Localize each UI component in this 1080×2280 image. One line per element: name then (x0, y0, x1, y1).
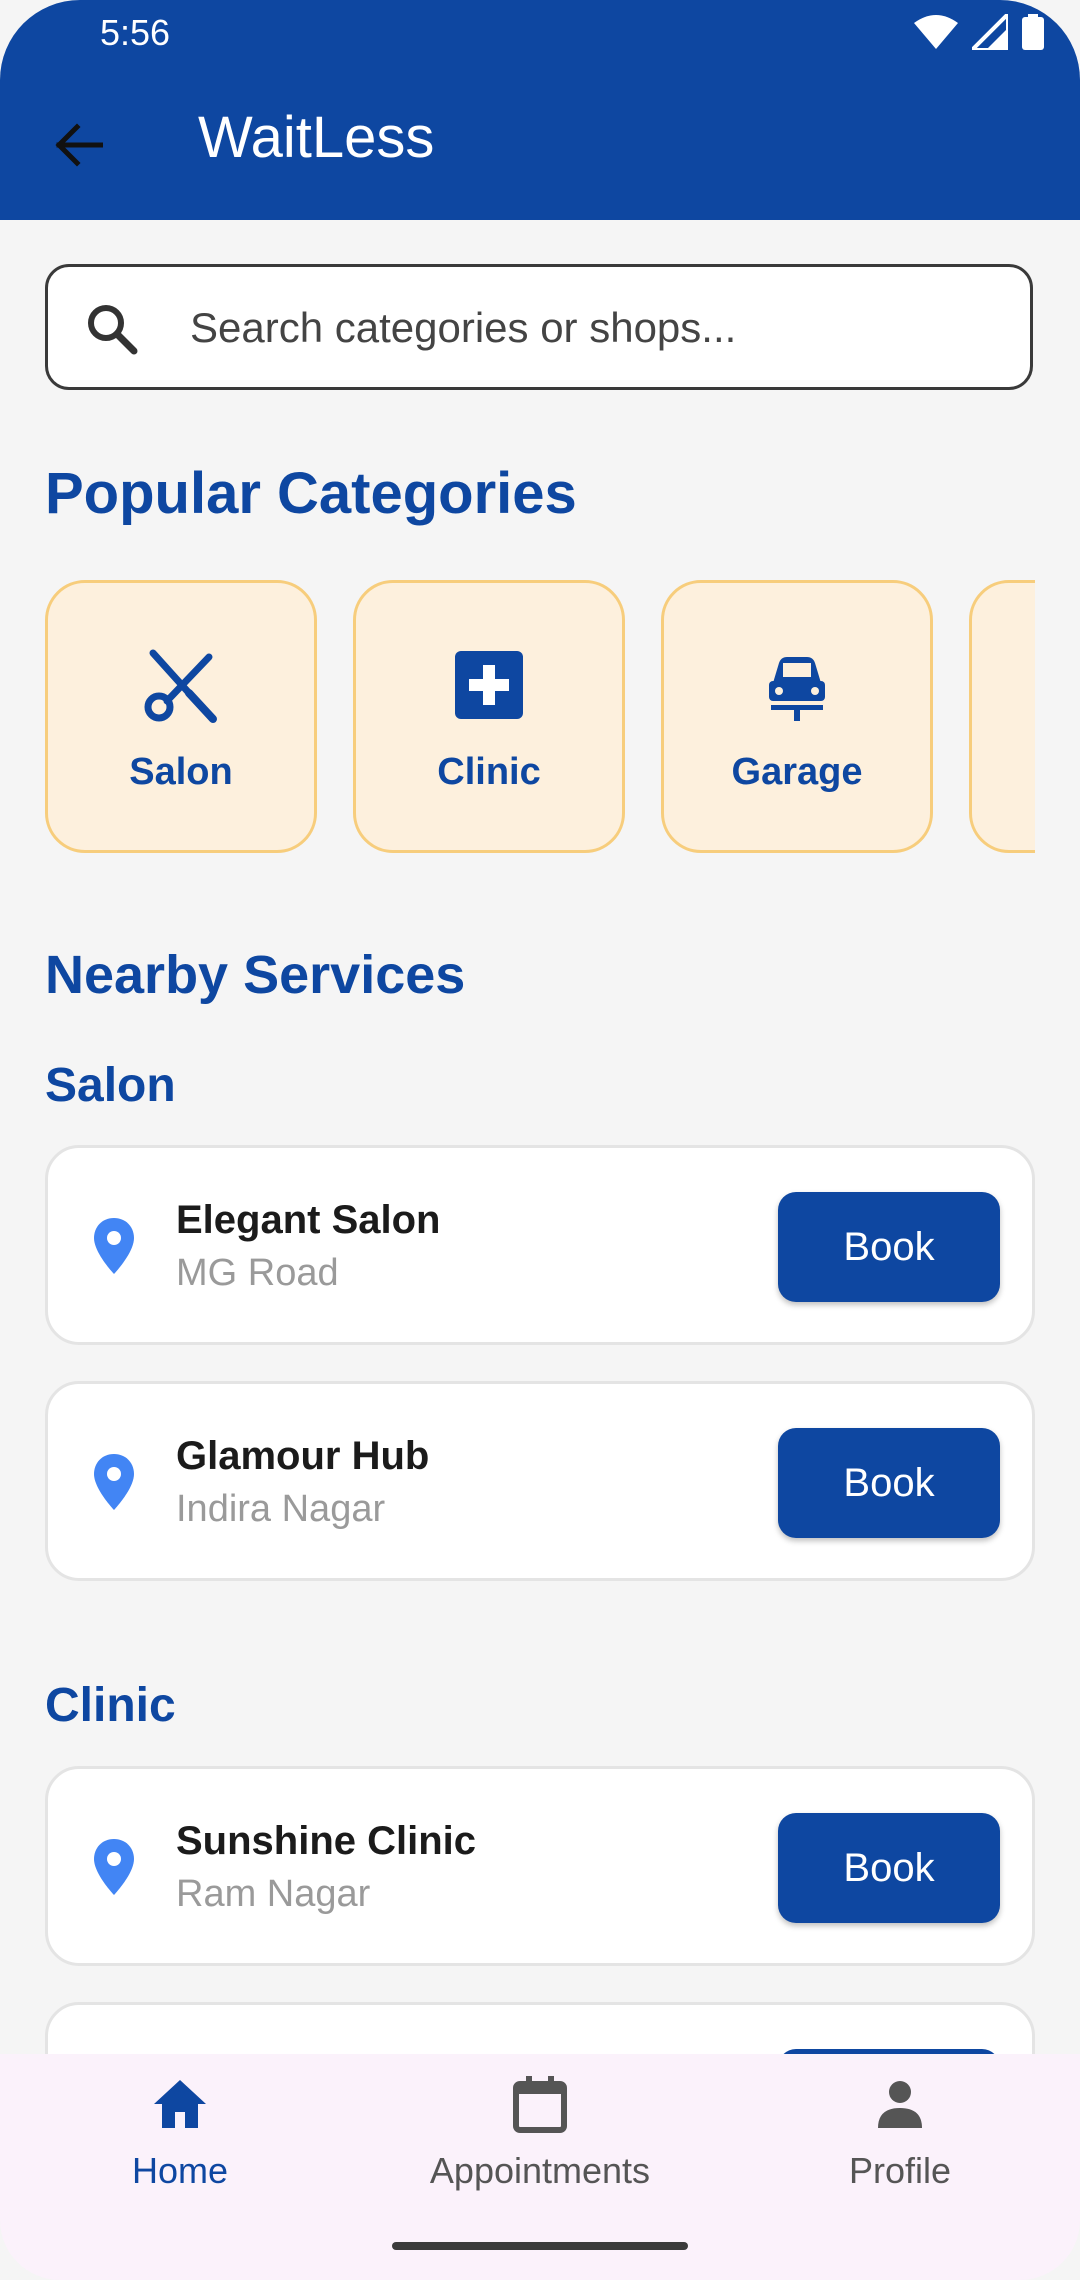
nav-appointments[interactable]: Appointments (390, 2074, 690, 2224)
signal-icon (972, 14, 1008, 50)
shop-name: Elegant Salon (176, 1198, 441, 1242)
category-card-partial[interactable] (969, 580, 1035, 853)
app-title: WaitLess (198, 105, 435, 170)
back-button[interactable] (48, 115, 108, 175)
nearby-services-heading: Nearby Services (45, 945, 466, 1005)
book-button[interactable]: Book (778, 1192, 1000, 1302)
location-pin-icon (94, 1454, 134, 1510)
nav-profile[interactable]: Profile (750, 2074, 1050, 2224)
home-indicator[interactable] (392, 2242, 688, 2250)
scissors-icon (144, 649, 217, 723)
calendar-icon (513, 2076, 567, 2133)
shop-name: Glamour Hub (176, 1434, 430, 1478)
arrow-back-icon (55, 123, 103, 167)
category-card-salon[interactable]: Salon (45, 580, 317, 853)
home-icon (154, 2080, 206, 2128)
search-icon (88, 305, 138, 355)
location-pin-icon (94, 1218, 134, 1274)
book-button[interactable]: Book (778, 1428, 1000, 1538)
shop-card[interactable]: Elegant Salon MG Road Book (45, 1145, 1035, 1345)
category-carousel[interactable]: Salon Clinic Garage (45, 580, 1035, 855)
status-icons (914, 14, 1044, 50)
car-icon (769, 657, 825, 721)
category-label: Salon (129, 751, 233, 793)
battery-icon (1022, 14, 1044, 50)
shop-location: Ram Nagar (176, 1873, 371, 1915)
search-input[interactable] (188, 295, 992, 361)
category-label: Clinic (437, 751, 541, 793)
shop-location: Indira Nagar (176, 1488, 386, 1530)
category-label: Garage (731, 751, 863, 793)
person-icon (878, 2081, 922, 2128)
group-title-salon: Salon (45, 1059, 176, 1112)
nav-label: Appointments (429, 2150, 651, 2191)
category-card-garage[interactable]: Garage (661, 580, 933, 853)
popular-categories-heading: Popular Categories (45, 461, 577, 526)
shop-name: Sunshine Clinic (176, 1819, 477, 1863)
nav-label: Home (131, 2150, 229, 2191)
search-bar[interactable] (45, 264, 1033, 390)
status-time: 5:56 (100, 12, 171, 53)
book-button[interactable]: Book (778, 1813, 1000, 1923)
shop-location: MG Road (176, 1252, 339, 1294)
nav-home[interactable]: Home (30, 2074, 330, 2224)
shop-card[interactable]: Glamour Hub Indira Nagar Book (45, 1381, 1035, 1581)
group-title-clinic: Clinic (45, 1679, 176, 1732)
medical-plus-icon (455, 651, 523, 719)
nav-label: Profile (848, 2150, 952, 2191)
app-bar: 5:56 WaitLess (0, 0, 1080, 220)
category-card-clinic[interactable]: Clinic (353, 580, 625, 853)
location-pin-icon (94, 1839, 134, 1895)
shop-card[interactable]: Sunshine Clinic Ram Nagar Book (45, 1766, 1035, 1966)
wifi-icon (914, 15, 958, 49)
